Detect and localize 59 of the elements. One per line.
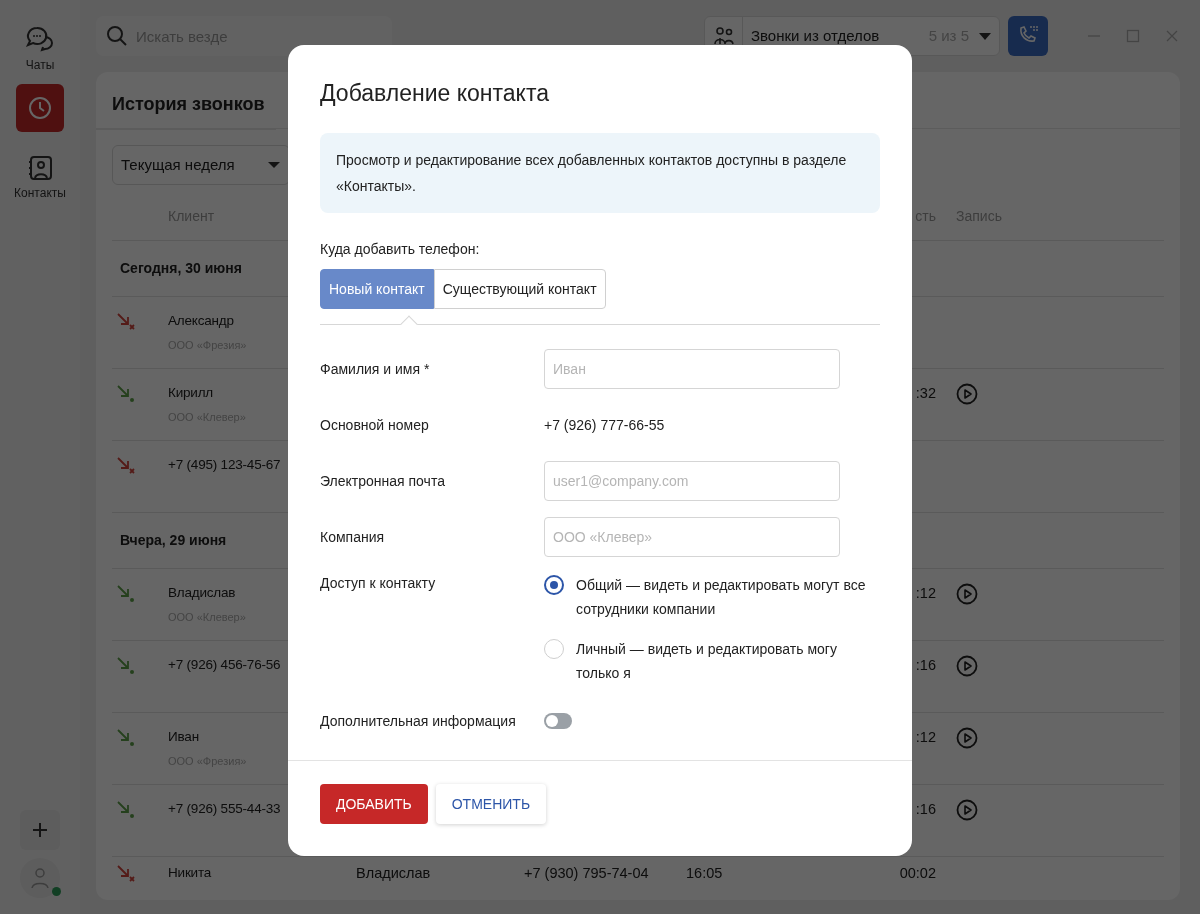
client-name: +7 (495) 123-45-67 (168, 456, 282, 474)
call-duration: :16 (915, 657, 936, 673)
page-title: История звонков (96, 72, 276, 130)
employee-name: Владислав (356, 864, 432, 883)
play-icon[interactable] (956, 655, 978, 678)
info-notice: Просмотр и редактирование всех добавленных контактов доступны в разделе «Контакты». (320, 133, 880, 213)
input-field[interactable]: user1@company.com (544, 461, 840, 501)
sidebar-item[interactable] (16, 84, 64, 132)
client-name: +7 (926) 456-76-56 (168, 656, 282, 674)
person-icon (30, 867, 50, 889)
people-icon (713, 27, 734, 45)
toggle-switch[interactable] (544, 713, 572, 729)
client-name: Кирилл (168, 384, 214, 402)
input-field[interactable]: ООО «Клевер» (544, 517, 840, 557)
field-label: Основной номер (320, 415, 430, 435)
client-name: Александр (168, 312, 235, 330)
field-label: Дополнительная информация (320, 711, 517, 731)
maximize-icon[interactable] (1125, 28, 1141, 44)
call-time: 16:05 (686, 864, 724, 883)
field-label: Электронная почта (320, 471, 446, 491)
close-icon[interactable] (1164, 28, 1180, 44)
phone-number: +7 (930) 795-74-04 (524, 864, 650, 883)
contact-book-icon (26, 154, 54, 182)
radio-button[interactable] (544, 575, 564, 595)
input-field[interactable]: Иван (544, 349, 840, 389)
client-name: Иван (168, 728, 200, 746)
segment-tab[interactable]: Новый контакт (320, 269, 434, 309)
period-label: Текущая неделя (121, 154, 235, 175)
radio-label: Личный — видеть и редактировать могу только я (576, 640, 838, 683)
play-icon[interactable] (956, 727, 978, 750)
segment-tab[interactable]: Существующий контакт (433, 269, 606, 309)
call-duration: 00:02 (899, 865, 936, 881)
client-name: Никита (168, 864, 213, 882)
sidebar-label: Контакты (14, 186, 66, 200)
field-label: Доступ к контакту (320, 574, 437, 593)
search-icon (106, 25, 128, 47)
call-duration: :12 (915, 585, 936, 601)
call-duration: :16 (915, 801, 936, 817)
caret-icon (267, 161, 281, 169)
call-button[interactable] (1008, 16, 1048, 56)
section-label: Куда добавить телефон: (320, 240, 481, 259)
dialog-title: Добавление контакта (320, 79, 550, 108)
call-duration: :12 (915, 729, 936, 745)
call-duration: :32 (915, 385, 936, 401)
user-avatar[interactable] (20, 858, 60, 898)
play-icon[interactable] (956, 583, 978, 606)
sidebar-label: Чаты (25, 58, 55, 72)
department-label: Звонки из отделов (751, 25, 880, 46)
clock-icon (26, 94, 54, 122)
play-icon[interactable] (956, 799, 978, 822)
add-button[interactable] (20, 810, 60, 850)
play-icon[interactable] (956, 383, 978, 406)
add-button[interactable]: ДОБАВИТЬ (320, 784, 428, 824)
plus-icon (30, 820, 50, 840)
field-label: Компания (320, 527, 386, 547)
radio-label: Общий — видеть и редактировать могут все сотрудники компании (576, 576, 867, 619)
field-value: +7 (926) 777-66-55 (544, 415, 665, 435)
field-label: Фамилия и имя * (320, 359, 431, 379)
cancel-button[interactable]: ОТМЕНИТЬ (435, 784, 547, 824)
